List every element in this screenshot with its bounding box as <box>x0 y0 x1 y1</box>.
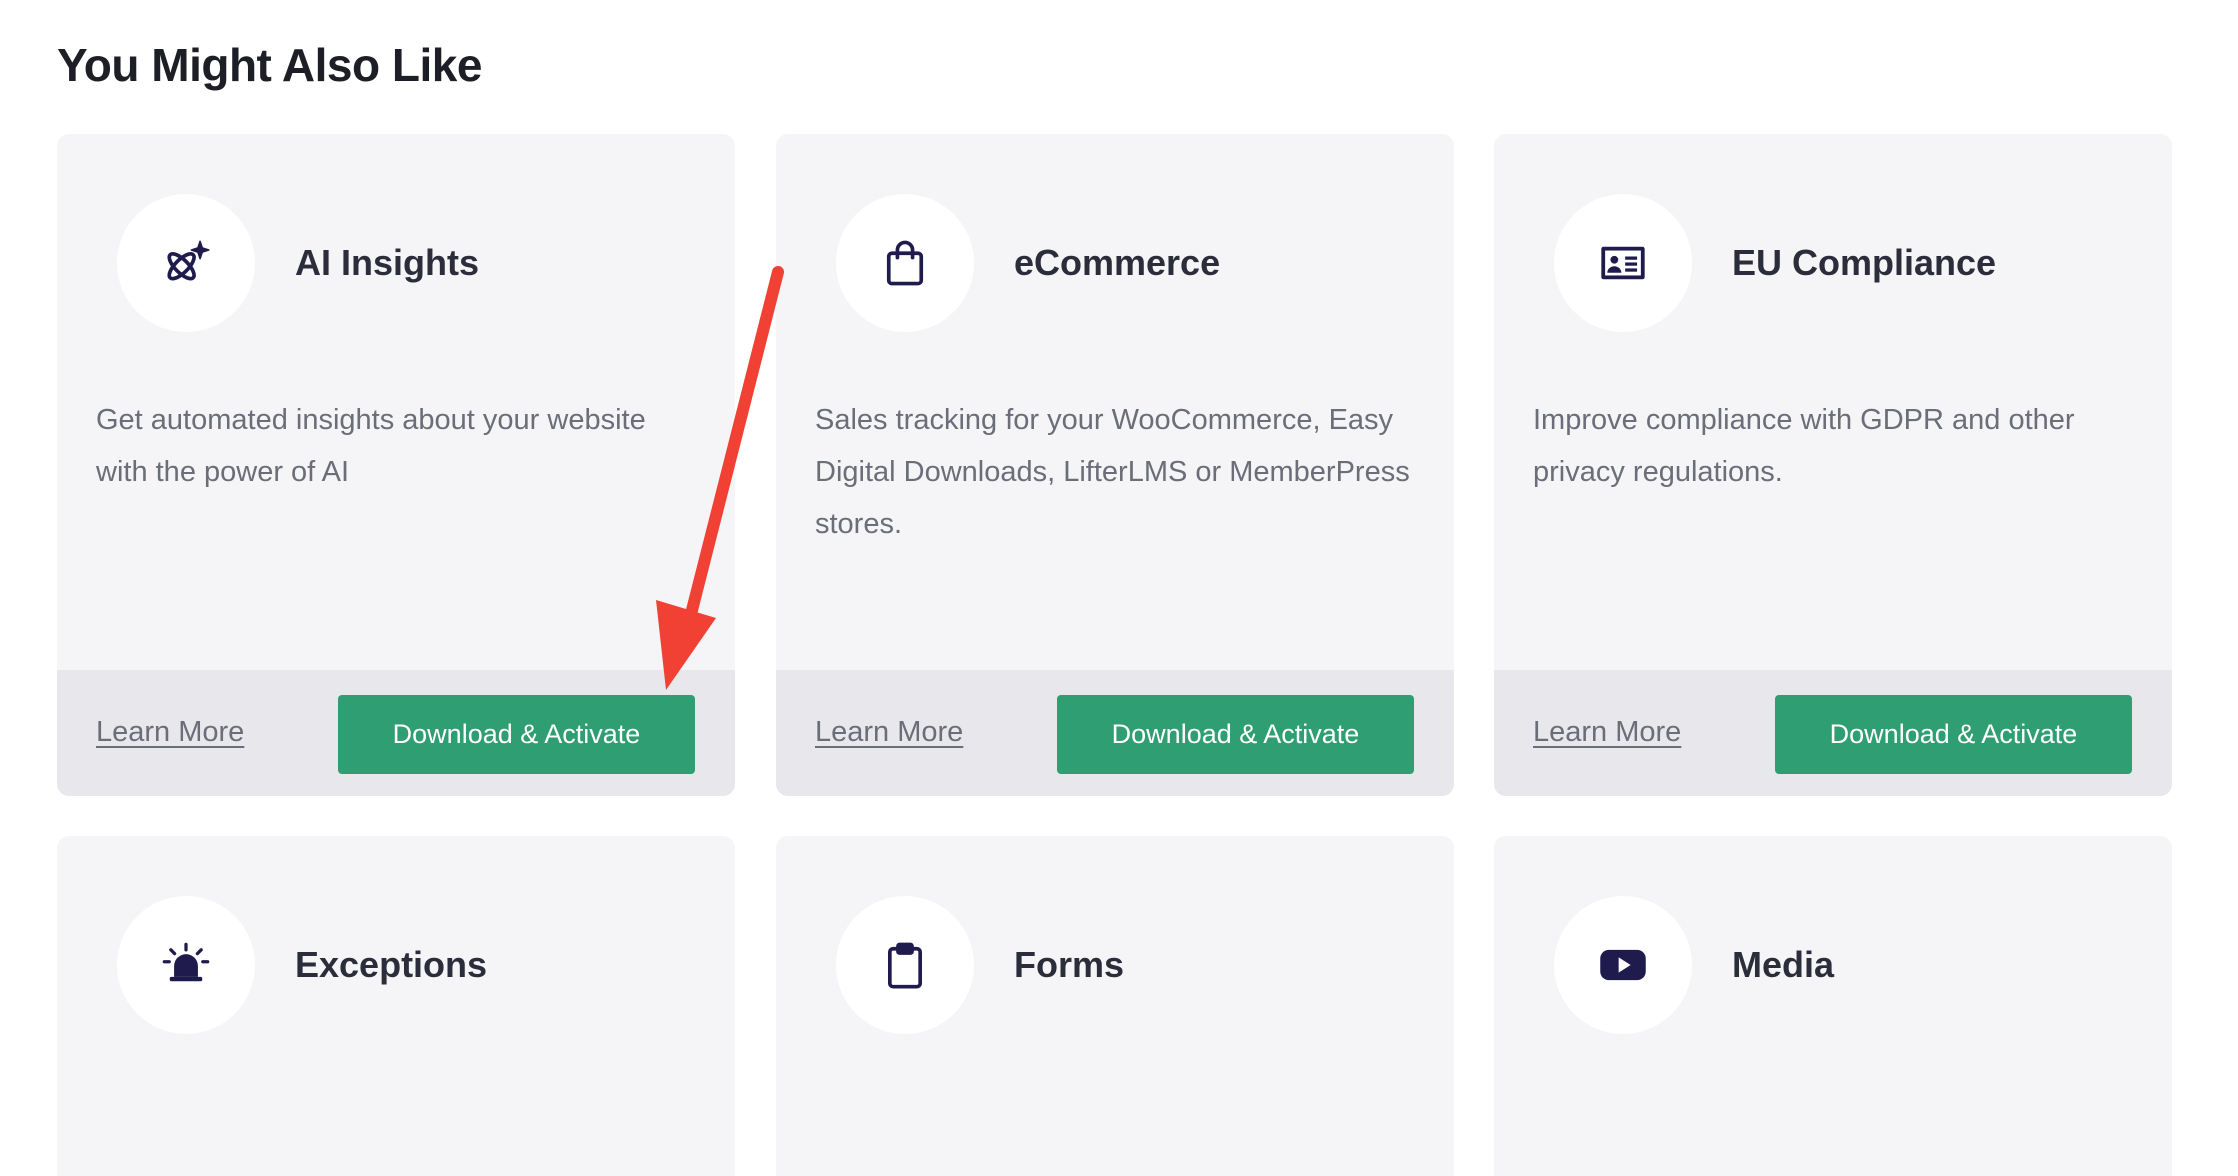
card-title: Media <box>1732 944 1835 985</box>
alarm-bell-icon <box>117 896 255 1034</box>
card-footer: Learn More Download & Activate <box>1494 670 2172 796</box>
learn-more-link[interactable]: Learn More <box>815 716 963 749</box>
card-title: EU Compliance <box>1732 242 1997 283</box>
download-activate-button[interactable]: Download & Activate <box>1057 695 1414 774</box>
card-header: EU Compliance <box>1554 194 1996 332</box>
ai-sparkle-icon <box>117 194 255 332</box>
card-header: Exceptions <box>117 896 487 1034</box>
card-header: Forms <box>836 896 1124 1034</box>
addon-card-ai-insights: AI Insights Get automated insights about… <box>57 134 735 796</box>
card-footer: Learn More Download & Activate <box>776 670 1454 796</box>
addon-card-eu-compliance: EU Compliance Improve compliance with GD… <box>1494 134 2172 796</box>
learn-more-link[interactable]: Learn More <box>96 716 244 749</box>
addon-card-ecommerce: eCommerce Sales tracking for your WooCom… <box>776 134 1454 796</box>
card-description: Improve compliance with GDPR and other p… <box>1533 404 2075 488</box>
id-card-icon <box>1554 194 1692 332</box>
card-title: Exceptions <box>295 944 488 985</box>
card-title: Forms <box>1014 944 1125 985</box>
card-description: Get automated insights about your websit… <box>96 404 646 488</box>
addon-card-media: Media <box>1494 836 2172 1176</box>
card-header: eCommerce <box>836 194 1220 332</box>
card-title: eCommerce <box>1014 242 1221 283</box>
download-activate-button[interactable]: Download & Activate <box>1775 695 2132 774</box>
video-play-icon <box>1554 896 1692 1034</box>
learn-more-link[interactable]: Learn More <box>1533 716 1681 749</box>
card-description: Sales tracking for your WooCommerce, Eas… <box>815 404 1410 540</box>
download-activate-button[interactable]: Download & Activate <box>338 695 695 774</box>
addon-card-forms: Forms <box>776 836 1454 1176</box>
card-footer: Learn More Download & Activate <box>57 670 735 796</box>
card-header: AI Insights <box>117 194 479 332</box>
section-title: You Might Also Like <box>57 39 482 91</box>
shopping-bag-icon <box>836 194 974 332</box>
clipboard-icon <box>836 896 974 1034</box>
card-title: AI Insights <box>295 242 480 283</box>
card-header: Media <box>1554 896 1834 1034</box>
addon-card-exceptions: Exceptions <box>57 836 735 1176</box>
